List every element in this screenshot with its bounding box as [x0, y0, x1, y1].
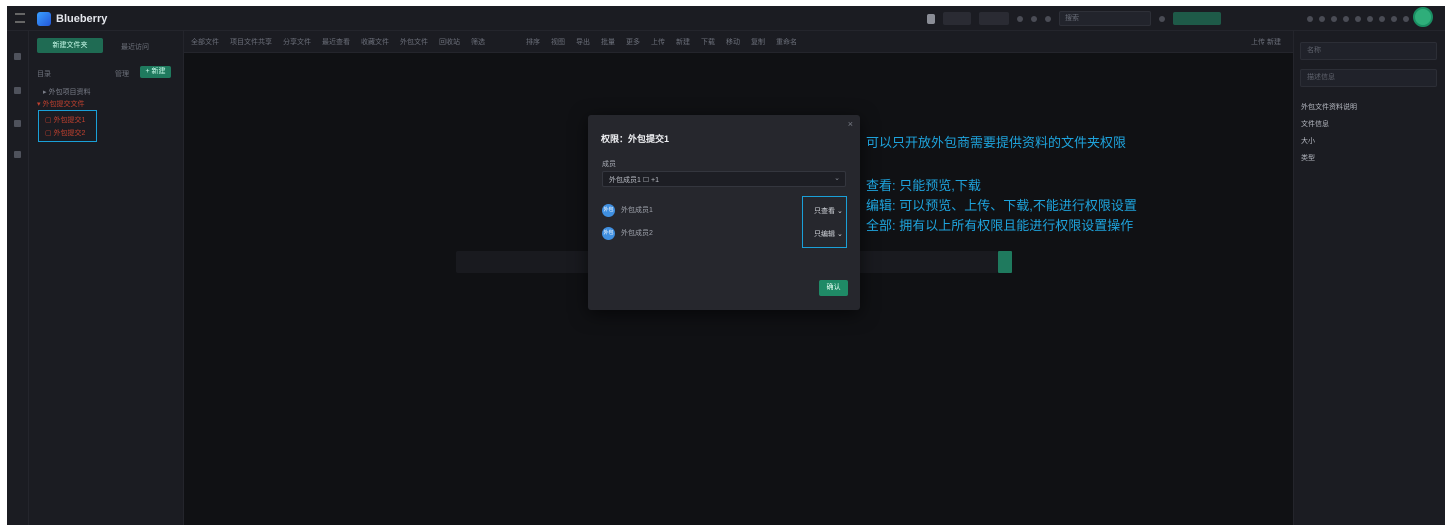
close-icon[interactable]: × — [848, 119, 853, 129]
confirm-button[interactable]: 确认 — [819, 280, 848, 296]
chevron-down-icon: ⌄ — [834, 175, 840, 182]
toolbar-item[interactable]: 最近查看 — [322, 37, 350, 47]
toolbar-item[interactable]: 复制 — [751, 37, 765, 47]
share-icon[interactable] — [14, 120, 21, 127]
member-select[interactable]: 外包成员1 ☐ +1 ⌄ — [602, 171, 846, 187]
chat-icon[interactable] — [1355, 15, 1361, 22]
tool-strip: 全部文件 项目文件共享 分享文件 最近查看 收藏文件 外包文件 回收站 筛选 排序 视图 导出 批量 更… — [184, 31, 1293, 53]
workspace-chip[interactable] — [979, 12, 1009, 25]
folder-highlight-box — [38, 110, 97, 142]
file-sidebar: 新建文件夹 最近访问 目录 管理 + 新建 ▸ 外包项目资料 ▾ 外包提交文件 … — [29, 31, 184, 525]
toolbar-item[interactable]: 全部文件 — [191, 37, 219, 47]
toolbar-item[interactable]: 新建 — [676, 37, 690, 47]
member-row: 外包 外包成员1 — [602, 203, 653, 217]
toolbar-item[interactable]: 下载 — [701, 37, 715, 47]
search-input[interactable]: 搜索 — [1059, 11, 1151, 26]
dialog-title: 权限：外包提交1 — [601, 134, 670, 144]
upgrade-button[interactable] — [1173, 12, 1221, 25]
user-avatar[interactable] — [1413, 7, 1433, 27]
permission-highlight-box — [802, 196, 847, 248]
member-label: 成员 — [602, 161, 616, 168]
annotation-line-4: 全部: 拥有以上所有权限且能进行权限设置操作 — [866, 218, 1134, 233]
details-file-info: 文件信息 — [1301, 121, 1329, 128]
member-avatar: 外包 — [602, 203, 615, 217]
help-circle-icon[interactable] — [1403, 15, 1409, 22]
details-panel: 名称 描述信息 外包文件资料说明 文件信息 大小 类型 — [1293, 31, 1445, 525]
member-avatar: 外包 — [602, 226, 615, 240]
logo-icon — [37, 12, 51, 26]
app-name: Blueberry — [56, 13, 108, 25]
star-icon[interactable] — [14, 151, 21, 158]
description-input[interactable]: 描述信息 — [1300, 69, 1437, 87]
member-row: 外包 外包成员2 — [602, 226, 653, 240]
calendar-icon[interactable] — [1331, 15, 1337, 22]
folder-icon[interactable] — [14, 87, 21, 94]
toolbar-item[interactable]: 收藏文件 — [361, 37, 389, 47]
app-logo[interactable]: Blueberry — [37, 11, 107, 27]
manage-link[interactable]: 管理 — [115, 69, 129, 79]
toolbar-item[interactable]: 视图 — [551, 37, 565, 47]
refresh-icon[interactable] — [1017, 15, 1023, 22]
apps-icon[interactable] — [1391, 15, 1397, 22]
left-rail — [7, 31, 29, 525]
section-label: 目录 — [37, 71, 51, 78]
toolbar-right-actions[interactable]: 上传 新建 — [1251, 37, 1281, 47]
annotation-line-2: 查看: 只能预览,下载 — [866, 178, 981, 193]
group-icon[interactable] — [1319, 15, 1325, 22]
toolbar-item[interactable]: 回收站 — [439, 37, 460, 47]
toolbar-item[interactable]: 导出 — [576, 37, 590, 47]
new-folder-button[interactable]: 新建文件夹 — [37, 38, 103, 53]
app-window: Blueberry 搜索 新建文件夹 最近访问 目录 管理 + 新建 ▸ 外包项… — [7, 6, 1445, 525]
topbar-tools: 搜索 — [927, 11, 1221, 26]
toolbar-item[interactable]: 排序 — [526, 37, 540, 47]
home-icon[interactable] — [14, 53, 21, 60]
settings-icon[interactable] — [1031, 15, 1037, 22]
mail-icon[interactable] — [1343, 15, 1349, 22]
toolbar-item[interactable]: 筛选 — [471, 37, 485, 47]
annotation-line-3: 编辑: 可以预览、上传、下载,不能进行权限设置 — [866, 198, 1137, 213]
member-name: 外包成员1 — [621, 207, 653, 214]
member-name: 外包成员2 — [621, 230, 653, 237]
add-button[interactable]: + 新建 — [140, 66, 171, 78]
toolbar-item[interactable]: 外包文件 — [400, 37, 428, 47]
name-input[interactable]: 名称 — [1300, 42, 1437, 60]
toolbar-item[interactable]: 重命名 — [776, 37, 797, 47]
toolbar-item[interactable]: 批量 — [601, 37, 615, 47]
topbar-icons — [1307, 11, 1409, 26]
bell-icon[interactable] — [1367, 15, 1373, 22]
notification-icon[interactable] — [927, 13, 935, 24]
menu-icon[interactable] — [15, 13, 25, 23]
tree-item-group[interactable]: ▾ 外包提交文件 — [37, 99, 84, 109]
toolbar-item[interactable]: 分享文件 — [283, 37, 311, 47]
user-icon[interactable] — [1307, 15, 1313, 22]
help-icon[interactable] — [1045, 15, 1051, 22]
details-size: 大小 — [1301, 138, 1315, 145]
details-type: 类型 — [1301, 155, 1315, 162]
toolbar-item[interactable]: 项目文件共享 — [230, 37, 272, 47]
annotation-line-1: 可以只开放外包商需要提供资料的文件夹权限 — [866, 135, 1127, 150]
top-bar: Blueberry 搜索 — [7, 6, 1445, 31]
filter-icon[interactable] — [1159, 15, 1165, 22]
tree-item-root[interactable]: ▸ 外包项目资料 — [43, 87, 90, 97]
toolbar-item[interactable]: 上传 — [651, 37, 665, 47]
status-chip[interactable] — [943, 12, 971, 25]
gear-icon[interactable] — [1379, 15, 1385, 22]
center-go-button[interactable] — [998, 251, 1012, 273]
details-heading: 外包文件资料说明 — [1301, 104, 1357, 111]
member-select-value: 外包成员1 ☐ +1 — [609, 177, 660, 184]
toolbar-item[interactable]: 移动 — [726, 37, 740, 47]
recent-link[interactable]: 最近访问 — [121, 42, 149, 52]
toolbar-item[interactable]: 更多 — [626, 37, 640, 47]
